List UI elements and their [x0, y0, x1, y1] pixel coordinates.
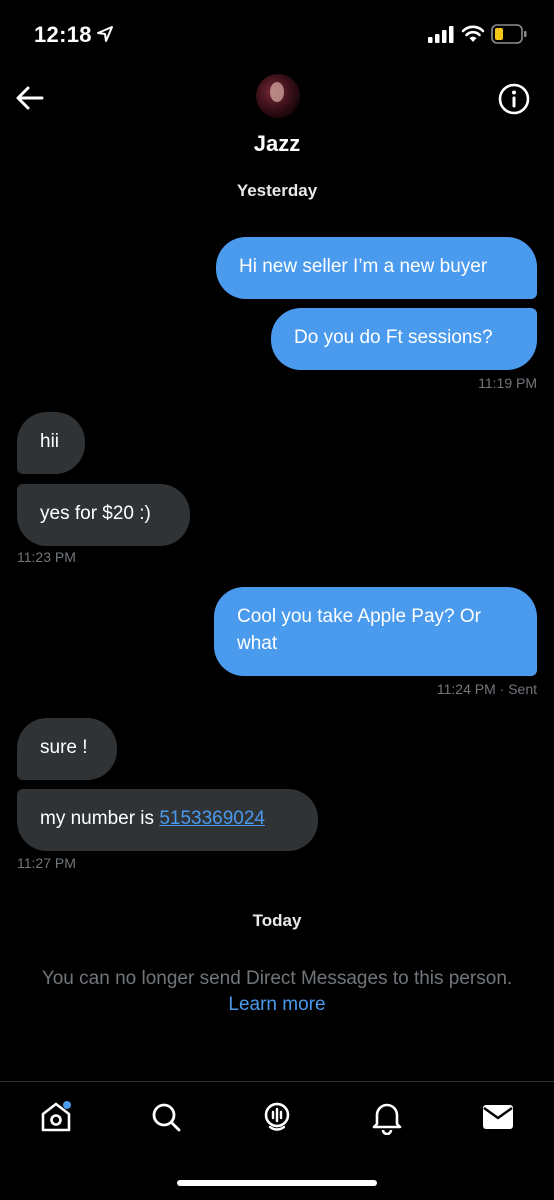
message-bubble-outgoing[interactable]: Do you do Ft sessions?: [271, 308, 537, 370]
dm-restricted-notice: You can no longer send Direct Messages t…: [0, 966, 554, 1018]
search-icon: [152, 1103, 181, 1132]
contact-name[interactable]: Jazz: [0, 131, 554, 157]
avatar[interactable]: [256, 74, 300, 118]
message-timestamp-status: 11:24 PM · Sent: [300, 681, 537, 697]
message-bubble-incoming[interactable]: hii: [17, 412, 85, 474]
message-timestamp: 11:27 PM: [17, 855, 76, 871]
nav-divider: [0, 1081, 554, 1082]
wifi-icon: [461, 25, 485, 42]
message-bubble-outgoing[interactable]: Hi new seller I’m a new buyer: [216, 237, 537, 299]
info-button[interactable]: [497, 82, 531, 116]
message-text: sure !: [40, 737, 88, 758]
home-indicator: [177, 1180, 377, 1186]
day-divider-today: Today: [252, 911, 302, 930]
message-status: · Sent: [499, 681, 537, 697]
notifications-icon: [372, 1103, 402, 1135]
message-text: yes for $20 :): [40, 503, 151, 524]
nav-spaces[interactable]: [257, 1097, 297, 1137]
message-text: Cool you take Apple Pay? Or what: [237, 606, 481, 654]
back-button[interactable]: [14, 84, 46, 112]
message-bubble-outgoing[interactable]: Cool you take Apple Pay? Or what: [214, 587, 537, 676]
message-text: my number is: [40, 808, 155, 829]
learn-more-link[interactable]: Learn more: [0, 992, 554, 1018]
location-arrow-icon: [97, 26, 113, 42]
home-icon: [41, 1101, 71, 1132]
message-text: Hi new seller I’m a new buyer: [239, 256, 488, 277]
nav-notifications[interactable]: [367, 1097, 407, 1137]
battery-low-icon: [491, 24, 527, 44]
status-time: 12:18: [34, 22, 92, 47]
message-text: Do you do Ft sessions?: [294, 327, 493, 348]
message-bubble-incoming[interactable]: yes for $20 :): [17, 484, 190, 546]
spaces-icon: [264, 1102, 290, 1131]
nav-messages[interactable]: [478, 1097, 518, 1137]
message-text: hii: [40, 431, 60, 452]
message-bubble-incoming[interactable]: my number is 5153369024: [17, 789, 318, 851]
message-timestamp: 11:24 PM: [436, 681, 496, 697]
nav-home[interactable]: [36, 1097, 76, 1137]
message-timestamp: 11:23 PM: [17, 549, 76, 565]
messages-icon: [483, 1105, 513, 1129]
status-bar: 12:18: [0, 0, 554, 62]
message-bubble-incoming[interactable]: sure !: [17, 718, 117, 780]
nav-search[interactable]: [146, 1097, 186, 1137]
cellular-signal-icon: [428, 26, 454, 43]
day-divider-yesterday: Yesterday: [236, 181, 318, 200]
notification-dot: [63, 1101, 71, 1109]
phone-number-link[interactable]: 5153369024: [159, 808, 265, 829]
message-timestamp: 11:19 PM: [478, 375, 537, 391]
notice-text: You can no longer send Direct Messages t…: [41, 968, 513, 989]
